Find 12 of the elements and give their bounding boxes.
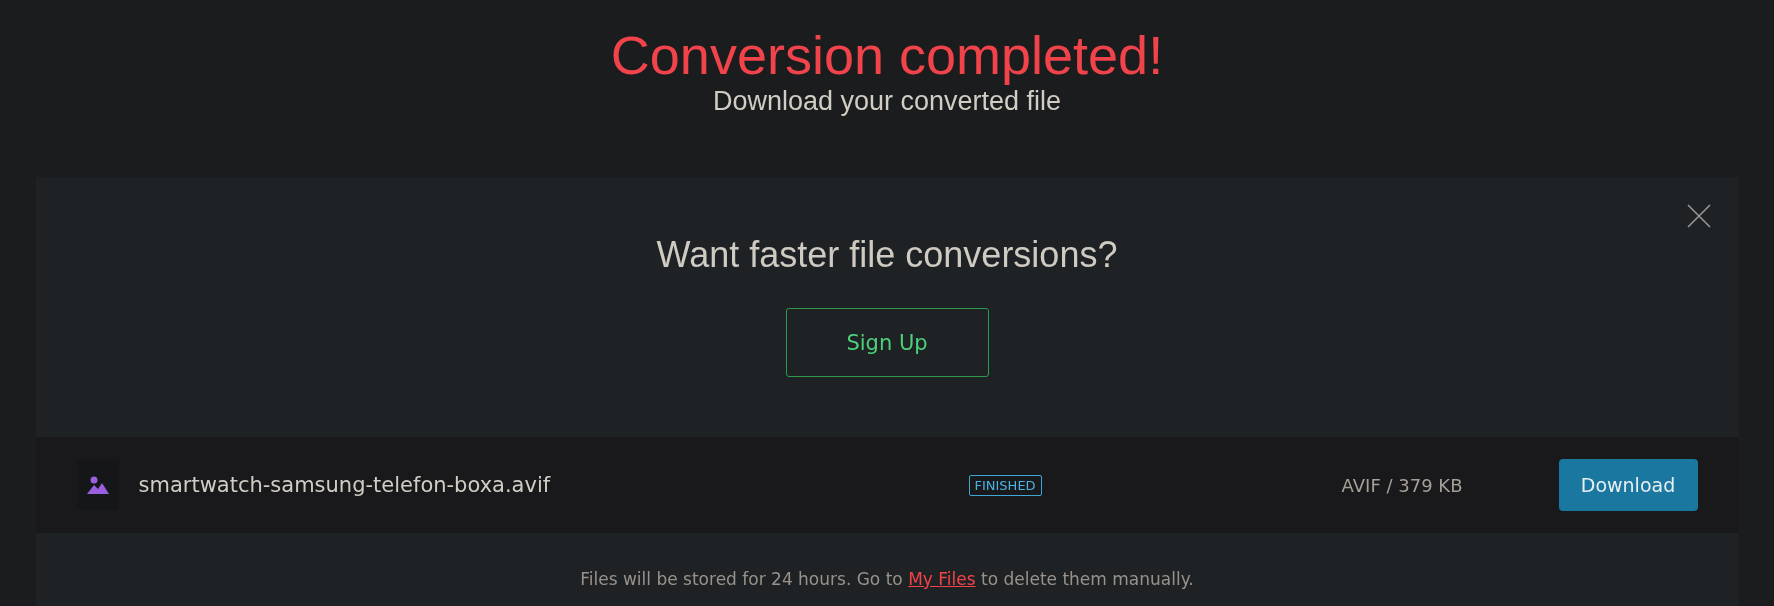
sign-up-button[interactable]: Sign Up [785, 308, 989, 377]
download-button[interactable]: Download [1558, 459, 1698, 511]
status-badge: FINISHED [968, 474, 1042, 496]
close-icon[interactable] [1685, 203, 1712, 229]
page-title: Conversion completed! [610, 24, 1164, 86]
storage-notice: Files will be stored for 24 hours. Go to My Files to delete them manually. [580, 569, 1194, 589]
file-name: smartwatch-samsung-telefon-boxa.avif [138, 473, 552, 497]
image-file-icon [76, 460, 119, 510]
page-subtitle: Download your converted file [712, 86, 1062, 117]
file-info: AVIF / 379 KB [1341, 474, 1463, 496]
my-files-link[interactable]: My Files [908, 569, 976, 589]
promo-heading: Want faster file conversions? [656, 233, 1118, 277]
